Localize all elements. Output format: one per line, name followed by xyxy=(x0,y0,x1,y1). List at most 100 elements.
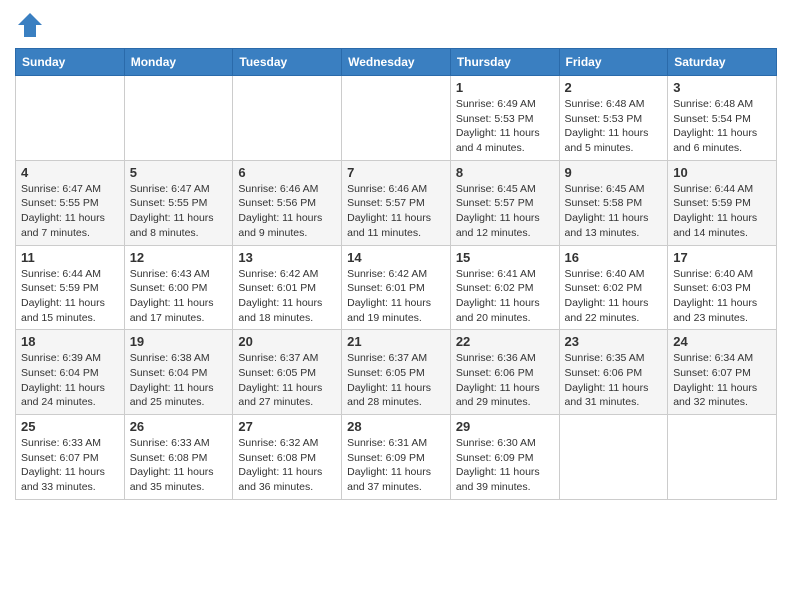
calendar-week-row: 18Sunrise: 6:39 AMSunset: 6:04 PMDayligh… xyxy=(16,330,777,415)
calendar-cell: 11 Sunrise: 6:44 AMSunset: 5:59 PMDayligh… xyxy=(16,245,125,330)
day-info: Sunrise: 6:30 AMSunset: 6:09 PMDaylight:… xyxy=(456,436,554,495)
calendar-cell: 18Sunrise: 6:39 AMSunset: 6:04 PMDayligh… xyxy=(16,330,125,415)
calendar-week-row: 1 Sunrise: 6:49 AMSunset: 5:53 PMDaylight… xyxy=(16,76,777,161)
page-header xyxy=(15,10,777,40)
day-number: 5 xyxy=(130,165,228,180)
header-sunday: Sunday xyxy=(16,49,125,76)
day-info: Sunrise: 6:43 AMSunset: 6:00 PMDaylight:… xyxy=(130,267,228,326)
header-monday: Monday xyxy=(124,49,233,76)
calendar-cell: 17 Sunrise: 6:40 AMSunset: 6:03 PMDayligh… xyxy=(668,245,777,330)
day-number: 2 xyxy=(565,80,663,95)
day-info: Sunrise: 6:33 AMSunset: 6:07 PMDaylight:… xyxy=(21,436,119,495)
day-info: Sunrise: 6:37 AMSunset: 6:05 PMDaylight:… xyxy=(238,351,336,410)
calendar-table: SundayMondayTuesdayWednesdayThursdayFrid… xyxy=(15,48,777,500)
day-info: Sunrise: 6:48 AMSunset: 5:53 PMDaylight:… xyxy=(565,97,663,156)
calendar-header-row: SundayMondayTuesdayWednesdayThursdayFrid… xyxy=(16,49,777,76)
day-number: 26 xyxy=(130,419,228,434)
day-info: Sunrise: 6:34 AMSunset: 6:07 PMDaylight:… xyxy=(673,351,771,410)
calendar-cell: 1 Sunrise: 6:49 AMSunset: 5:53 PMDaylight… xyxy=(450,76,559,161)
day-number: 18 xyxy=(21,334,119,349)
calendar-cell: 26 Sunrise: 6:33 AMSunset: 6:08 PMDayligh… xyxy=(124,415,233,500)
day-info: Sunrise: 6:48 AMSunset: 5:54 PMDaylight:… xyxy=(673,97,771,156)
day-number: 21 xyxy=(347,334,445,349)
day-number: 23 xyxy=(565,334,663,349)
calendar-cell: 10 Sunrise: 6:44 AMSunset: 5:59 PMDayligh… xyxy=(668,160,777,245)
day-info: Sunrise: 6:38 AMSunset: 6:04 PMDaylight:… xyxy=(130,351,228,410)
day-number: 15 xyxy=(456,250,554,265)
day-number: 8 xyxy=(456,165,554,180)
day-number: 3 xyxy=(673,80,771,95)
calendar-cell: 3 Sunrise: 6:48 AMSunset: 5:54 PMDaylight… xyxy=(668,76,777,161)
day-info: Sunrise: 6:49 AMSunset: 5:53 PMDaylight:… xyxy=(456,97,554,156)
day-info: Sunrise: 6:32 AMSunset: 6:08 PMDaylight:… xyxy=(238,436,336,495)
calendar-cell: 12 Sunrise: 6:43 AMSunset: 6:00 PMDayligh… xyxy=(124,245,233,330)
day-info: Sunrise: 6:31 AMSunset: 6:09 PMDaylight:… xyxy=(347,436,445,495)
calendar-cell: 25Sunrise: 6:33 AMSunset: 6:07 PMDayligh… xyxy=(16,415,125,500)
calendar-cell xyxy=(559,415,668,500)
day-info: Sunrise: 6:42 AMSunset: 6:01 PMDaylight:… xyxy=(238,267,336,326)
day-number: 6 xyxy=(238,165,336,180)
day-number: 16 xyxy=(565,250,663,265)
header-saturday: Saturday xyxy=(668,49,777,76)
day-number: 11 xyxy=(21,250,119,265)
calendar-week-row: 25Sunrise: 6:33 AMSunset: 6:07 PMDayligh… xyxy=(16,415,777,500)
calendar-cell xyxy=(124,76,233,161)
day-info: Sunrise: 6:40 AMSunset: 6:02 PMDaylight:… xyxy=(565,267,663,326)
calendar-cell xyxy=(16,76,125,161)
calendar-cell: 7 Sunrise: 6:46 AMSunset: 5:57 PMDaylight… xyxy=(342,160,451,245)
day-info: Sunrise: 6:45 AMSunset: 5:58 PMDaylight:… xyxy=(565,182,663,241)
day-info: Sunrise: 6:47 AMSunset: 5:55 PMDaylight:… xyxy=(130,182,228,241)
day-number: 17 xyxy=(673,250,771,265)
header-tuesday: Tuesday xyxy=(233,49,342,76)
calendar-cell: 23 Sunrise: 6:35 AMSunset: 6:06 PMDayligh… xyxy=(559,330,668,415)
day-info: Sunrise: 6:36 AMSunset: 6:06 PMDaylight:… xyxy=(456,351,554,410)
calendar-cell xyxy=(668,415,777,500)
day-number: 22 xyxy=(456,334,554,349)
day-info: Sunrise: 6:44 AMSunset: 5:59 PMDaylight:… xyxy=(21,267,119,326)
calendar-cell: 9 Sunrise: 6:45 AMSunset: 5:58 PMDaylight… xyxy=(559,160,668,245)
logo-icon xyxy=(15,10,45,40)
calendar-cell: 16 Sunrise: 6:40 AMSunset: 6:02 PMDayligh… xyxy=(559,245,668,330)
calendar-cell: 13Sunrise: 6:42 AMSunset: 6:01 PMDayligh… xyxy=(233,245,342,330)
calendar-cell: 21Sunrise: 6:37 AMSunset: 6:05 PMDayligh… xyxy=(342,330,451,415)
calendar-cell: 4Sunrise: 6:47 AMSunset: 5:55 PMDaylight… xyxy=(16,160,125,245)
day-number: 27 xyxy=(238,419,336,434)
day-info: Sunrise: 6:46 AMSunset: 5:56 PMDaylight:… xyxy=(238,182,336,241)
calendar-cell xyxy=(233,76,342,161)
day-info: Sunrise: 6:35 AMSunset: 6:06 PMDaylight:… xyxy=(565,351,663,410)
calendar-cell: 8 Sunrise: 6:45 AMSunset: 5:57 PMDaylight… xyxy=(450,160,559,245)
day-number: 12 xyxy=(130,250,228,265)
calendar-cell: 15 Sunrise: 6:41 AMSunset: 6:02 PMDayligh… xyxy=(450,245,559,330)
calendar-cell: 5 Sunrise: 6:47 AMSunset: 5:55 PMDaylight… xyxy=(124,160,233,245)
day-number: 28 xyxy=(347,419,445,434)
day-info: Sunrise: 6:45 AMSunset: 5:57 PMDaylight:… xyxy=(456,182,554,241)
calendar-cell: 28 Sunrise: 6:31 AMSunset: 6:09 PMDayligh… xyxy=(342,415,451,500)
day-number: 10 xyxy=(673,165,771,180)
calendar-cell: 14Sunrise: 6:42 AMSunset: 6:01 PMDayligh… xyxy=(342,245,451,330)
calendar-cell: 6 Sunrise: 6:46 AMSunset: 5:56 PMDaylight… xyxy=(233,160,342,245)
calendar-cell: 22 Sunrise: 6:36 AMSunset: 6:06 PMDayligh… xyxy=(450,330,559,415)
day-number: 20 xyxy=(238,334,336,349)
day-number: 9 xyxy=(565,165,663,180)
day-info: Sunrise: 6:40 AMSunset: 6:03 PMDaylight:… xyxy=(673,267,771,326)
day-info: Sunrise: 6:33 AMSunset: 6:08 PMDaylight:… xyxy=(130,436,228,495)
day-number: 24 xyxy=(673,334,771,349)
calendar-week-row: 11 Sunrise: 6:44 AMSunset: 5:59 PMDayligh… xyxy=(16,245,777,330)
calendar-cell: 29 Sunrise: 6:30 AMSunset: 6:09 PMDayligh… xyxy=(450,415,559,500)
day-number: 29 xyxy=(456,419,554,434)
header-thursday: Thursday xyxy=(450,49,559,76)
day-info: Sunrise: 6:47 AMSunset: 5:55 PMDaylight:… xyxy=(21,182,119,241)
calendar-cell: 24 Sunrise: 6:34 AMSunset: 6:07 PMDayligh… xyxy=(668,330,777,415)
calendar-cell xyxy=(342,76,451,161)
calendar-cell: 19 Sunrise: 6:38 AMSunset: 6:04 PMDayligh… xyxy=(124,330,233,415)
day-info: Sunrise: 6:44 AMSunset: 5:59 PMDaylight:… xyxy=(673,182,771,241)
day-number: 14 xyxy=(347,250,445,265)
day-number: 19 xyxy=(130,334,228,349)
day-info: Sunrise: 6:46 AMSunset: 5:57 PMDaylight:… xyxy=(347,182,445,241)
header-wednesday: Wednesday xyxy=(342,49,451,76)
day-number: 1 xyxy=(456,80,554,95)
header-friday: Friday xyxy=(559,49,668,76)
day-number: 7 xyxy=(347,165,445,180)
calendar-cell: 27 Sunrise: 6:32 AMSunset: 6:08 PMDayligh… xyxy=(233,415,342,500)
day-info: Sunrise: 6:41 AMSunset: 6:02 PMDaylight:… xyxy=(456,267,554,326)
